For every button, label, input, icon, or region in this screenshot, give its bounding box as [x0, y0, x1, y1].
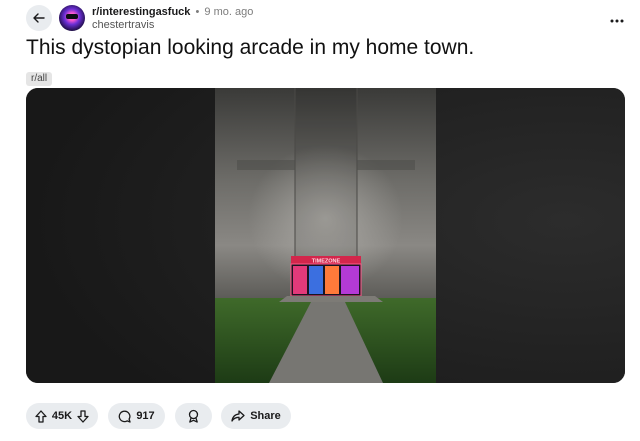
share-label: Share [250, 410, 281, 422]
upvote-count: 45K [51, 410, 73, 422]
comments-button[interactable]: 917 [108, 403, 165, 429]
more-options-icon [610, 19, 624, 23]
award-icon [188, 409, 199, 423]
subreddit-link[interactable]: r/interestingasfuck [92, 6, 190, 18]
more-options-button[interactable] [610, 10, 624, 26]
post-image[interactable]: TIMEZONE [26, 88, 625, 383]
back-arrow-icon [33, 13, 45, 23]
vote-pill: 45K [26, 403, 98, 429]
post-age: 9 mo. ago [204, 6, 254, 18]
arcade-photo: TIMEZONE [215, 88, 436, 383]
downvote-arrow-icon[interactable] [77, 409, 89, 423]
subreddit-avatar[interactable] [59, 5, 85, 31]
meta-separator: • [195, 6, 200, 18]
comment-count: 917 [136, 410, 155, 422]
share-arrow-icon [231, 410, 245, 422]
author-link[interactable]: chestertravis [92, 19, 253, 32]
post-meta: r/interestingasfuck • 9 mo. ago chestert… [92, 6, 253, 32]
post-title: This dystopian looking arcade in my home… [26, 36, 475, 59]
post-flair[interactable]: r/all [26, 72, 53, 86]
share-button[interactable]: Share [221, 403, 291, 429]
comment-bubble-icon [118, 410, 131, 423]
back-button[interactable] [26, 5, 52, 31]
upvote-arrow-icon[interactable] [35, 409, 47, 423]
award-button[interactable] [175, 403, 212, 429]
